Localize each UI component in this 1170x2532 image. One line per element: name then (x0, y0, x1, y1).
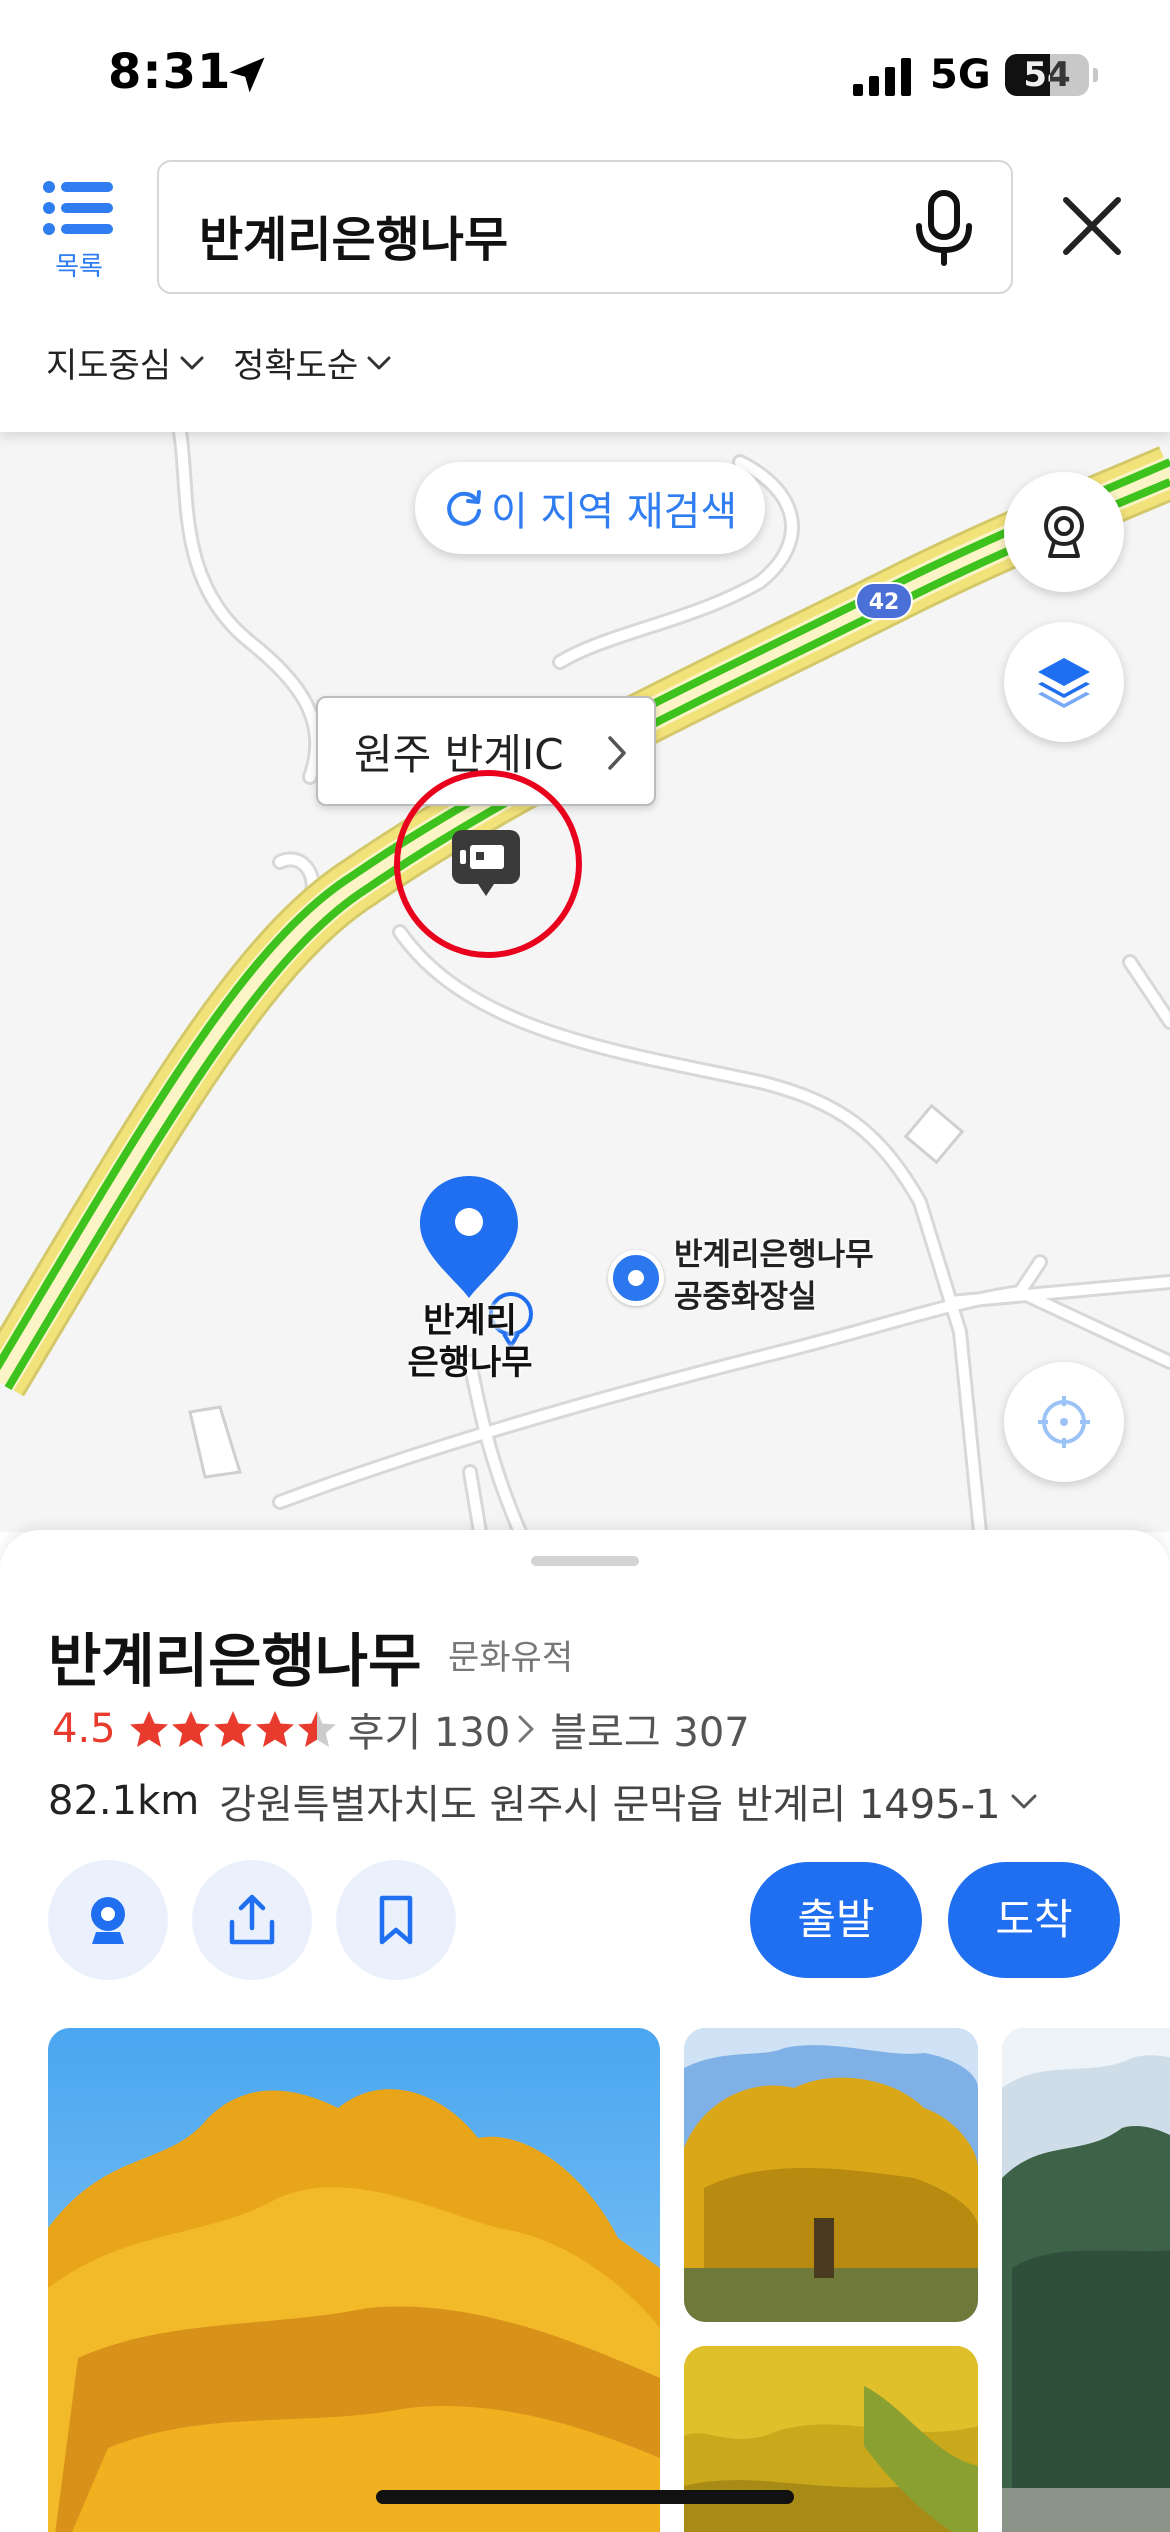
filter-label: 지도중심 (46, 346, 172, 386)
place-photo[interactable] (1002, 2028, 1170, 2532)
webcam-icon (91, 1897, 125, 1944)
chevron-down-icon (367, 356, 391, 369)
rating-row: 4.5 후기 130 블로그 307 (52, 1700, 750, 1758)
chevron-right-icon (608, 736, 626, 770)
ginkgo-tree-photo (684, 2028, 978, 2322)
list-icon (43, 181, 113, 235)
signal-bars-icon (853, 58, 911, 96)
tree-photo (1002, 2028, 1170, 2532)
status-time: 8:31 (108, 44, 232, 100)
drag-handle[interactable] (531, 1556, 639, 1566)
star-icon (171, 1711, 210, 1747)
battery-icon: 54 (1005, 54, 1089, 96)
star-icon (297, 1711, 336, 1747)
star-rating (128, 1709, 338, 1749)
address-row[interactable]: 82.1km 강원특별자치도 원주시 문막읍 반계리 1495-1 (48, 1772, 1039, 1830)
map-roads (0, 432, 1170, 1532)
status-bar: 8:31 5G 54 (0, 0, 1170, 150)
bookmark-button[interactable] (336, 1860, 456, 1980)
depart-button[interactable]: 출발 (750, 1862, 922, 1978)
filter-map-center[interactable]: 지도중심 (46, 338, 205, 387)
webcam-icon (1044, 506, 1084, 558)
blog-count-link[interactable]: 블로그 307 (550, 1700, 749, 1758)
place-photo[interactable] (684, 2346, 978, 2532)
place-pin-icon[interactable] (416, 1172, 522, 1302)
ginkgo-tree-photo (48, 2028, 660, 2532)
star-icon (129, 1711, 168, 1747)
chevron-down-icon (1011, 1794, 1037, 1809)
battery-level: 54 (1023, 55, 1071, 95)
place-photo[interactable] (684, 2028, 978, 2322)
pin-label-line2: 은행나무 (407, 1343, 533, 1383)
filter-label: 정확도순 (233, 346, 359, 386)
star-icon (213, 1711, 252, 1747)
poi-toilet-label[interactable]: 반계리은행나무 공중화장실 (674, 1234, 874, 1318)
search-query: 반계리은행나무 (199, 212, 509, 268)
place-photo[interactable] (48, 2028, 660, 2532)
place-bottom-sheet[interactable]: 반계리은행나무 문화유적 4.5 후기 130 블로그 307 82.1km 강… (0, 1530, 1170, 2532)
star-icon (255, 1711, 294, 1747)
location-arrow-icon (229, 57, 265, 93)
address: 강원특별자치도 원주시 문막읍 반계리 1495-1 (219, 1782, 1001, 1828)
arrive-button[interactable]: 도착 (948, 1862, 1120, 1978)
pin-label-line1: 반계리 (423, 1301, 517, 1341)
interchange-label: 원주 반계IC (354, 729, 564, 779)
research-area-button[interactable]: 이 지역 재검색 (415, 462, 766, 554)
battery-tip (1093, 68, 1098, 82)
filter-row: 지도중심 정확도순 (46, 338, 392, 387)
review-count-link[interactable]: 후기 130 (348, 1700, 511, 1758)
place-title: 반계리은행나무 (48, 1627, 422, 1695)
poi-toilet-marker[interactable] (608, 1250, 664, 1306)
bookmark-icon (379, 1895, 413, 1945)
layers-icon (1038, 658, 1090, 708)
cctv-button[interactable] (48, 1860, 168, 1980)
pin-label: 반계리 은행나무 (380, 1300, 560, 1384)
research-label: 이 지역 재검색 (491, 489, 738, 535)
place-category: 문화유적 (448, 1638, 574, 1678)
list-button[interactable]: 목록 (34, 180, 124, 290)
crosshair-icon (1038, 1396, 1090, 1448)
microphone-icon[interactable] (911, 190, 977, 266)
cctv-view-button[interactable] (1004, 472, 1124, 592)
map-view[interactable]: 42 이 지역 재검색 원주 반계IC 반계리 은행나무 반계리은행나무 공중화… (0, 432, 1170, 1532)
distance: 82.1km (48, 1778, 200, 1824)
list-label: 목록 (55, 252, 103, 282)
network-type: 5G (930, 52, 991, 98)
ginkgo-leaves-photo (684, 2346, 978, 2532)
highlight-circle (394, 770, 582, 958)
share-button[interactable] (192, 1860, 312, 1980)
map-layers-button[interactable] (1004, 622, 1124, 742)
rating-value: 4.5 (52, 1706, 116, 1752)
share-icon (229, 1894, 275, 1945)
chevron-down-icon (180, 356, 204, 369)
current-location-button[interactable] (1004, 1362, 1124, 1482)
route-number-badge: 42 (855, 582, 913, 620)
close-icon[interactable] (1056, 190, 1128, 262)
filter-sort-accuracy[interactable]: 정확도순 (233, 338, 392, 387)
poi-label-line1: 반계리은행나무 (674, 1237, 874, 1273)
chevron-right-icon (518, 1715, 534, 1743)
refresh-icon (447, 490, 481, 526)
search-header: 목록 반계리은행나무 지도중심 정확도순 (0, 150, 1170, 432)
poi-label-line2: 공중화장실 (674, 1279, 817, 1315)
search-input[interactable]: 반계리은행나무 (157, 160, 1013, 294)
home-indicator[interactable] (376, 2490, 794, 2504)
